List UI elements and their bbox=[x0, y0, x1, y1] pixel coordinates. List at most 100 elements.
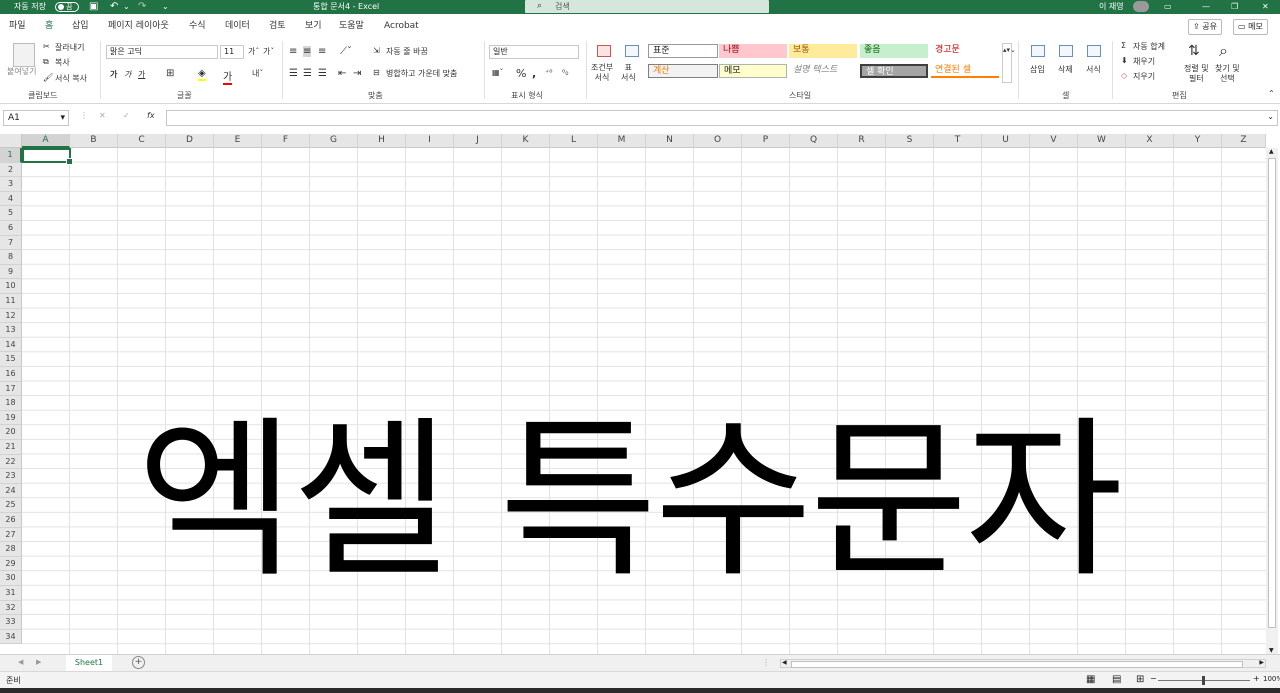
tab-formulas[interactable]: 수식 bbox=[189, 14, 206, 38]
insert-function-button[interactable]: fx bbox=[147, 111, 155, 120]
merge-button[interactable]: 병합하고 가운데 맞춤 bbox=[386, 68, 457, 79]
currency-icon[interactable]: ▦ˇ bbox=[492, 68, 504, 77]
format-cells-button[interactable]: 서식 bbox=[1086, 64, 1101, 75]
row-header[interactable]: 20 bbox=[0, 425, 22, 440]
column-header[interactable]: I bbox=[406, 134, 454, 148]
column-header[interactable]: G bbox=[310, 134, 358, 148]
cut-icon[interactable]: ✂ bbox=[43, 42, 50, 51]
select-all-corner[interactable] bbox=[0, 134, 22, 148]
tab-insert[interactable]: 삽입 bbox=[72, 14, 89, 38]
merge-icon[interactable]: ⊟ bbox=[373, 68, 380, 77]
collapse-ribbon-icon[interactable]: ⌃ bbox=[1268, 89, 1275, 98]
styles-scroll-icon[interactable]: ▴▾⌄ bbox=[1002, 43, 1016, 83]
column-header[interactable]: U bbox=[982, 134, 1030, 148]
column-header[interactable]: B bbox=[70, 134, 118, 148]
font-name-select[interactable]: 맑은 고딕 bbox=[106, 45, 218, 59]
tab-help[interactable]: 도움말 bbox=[339, 14, 364, 38]
zoom-in-icon[interactable]: + bbox=[1253, 674, 1260, 683]
sort-filter-icon[interactable]: ⇅ bbox=[1188, 43, 1200, 59]
column-header[interactable]: W bbox=[1078, 134, 1126, 148]
autosum-icon[interactable]: Σ bbox=[1121, 41, 1126, 50]
horizontal-scrollbar[interactable]: ◀ ▶ bbox=[780, 659, 1266, 668]
row-header[interactable]: 8 bbox=[0, 250, 22, 265]
row-header[interactable]: 18 bbox=[0, 396, 22, 411]
row-header[interactable]: 25 bbox=[0, 498, 22, 513]
ribbon-display-options-icon[interactable]: ▭ bbox=[1164, 1, 1172, 13]
row-header[interactable]: 27 bbox=[0, 527, 22, 543]
format-as-table-icon[interactable] bbox=[625, 45, 639, 57]
insert-cells-icon[interactable] bbox=[1031, 45, 1045, 57]
user-name[interactable]: 이 재영 bbox=[1099, 1, 1124, 13]
row-header[interactable]: 32 bbox=[0, 600, 22, 616]
number-format-select[interactable]: 일반 bbox=[489, 45, 579, 59]
row-header[interactable]: 1 bbox=[0, 148, 22, 163]
row-header[interactable]: 10 bbox=[0, 279, 22, 294]
sort-filter-button[interactable]: 정렬 및 필터 bbox=[1184, 64, 1209, 84]
delete-cells-icon[interactable] bbox=[1059, 45, 1073, 57]
increase-font-icon[interactable]: 가ˆ bbox=[248, 46, 259, 57]
row-header[interactable]: 21 bbox=[0, 440, 22, 455]
font-size-select[interactable]: 11 bbox=[220, 45, 244, 59]
style-calculation[interactable]: 계산 bbox=[648, 64, 718, 78]
decrease-font-icon[interactable]: 가ˇ bbox=[263, 46, 274, 57]
style-linked-cell[interactable]: 연결된 셀 bbox=[931, 64, 999, 78]
increase-indent-icon[interactable]: ⇥ bbox=[353, 68, 361, 79]
column-header[interactable]: T bbox=[934, 134, 982, 148]
scroll-down-icon[interactable]: ▼ bbox=[1269, 647, 1274, 654]
format-painter-icon[interactable]: 🖌 bbox=[43, 73, 53, 82]
redo-icon[interactable]: ↷ bbox=[138, 1, 146, 13]
decrease-indent-icon[interactable]: ⇤ bbox=[338, 68, 346, 79]
zoom-level[interactable]: 100% bbox=[1263, 675, 1280, 683]
cut-button[interactable]: 잘라내기 bbox=[55, 42, 84, 53]
save-icon[interactable]: ▣ bbox=[89, 1, 98, 13]
column-header[interactable]: Y bbox=[1174, 134, 1222, 148]
fill-icon[interactable]: ⬇ bbox=[1121, 56, 1128, 65]
column-header[interactable]: L bbox=[550, 134, 598, 148]
restore-icon[interactable]: ❐ bbox=[1231, 1, 1238, 13]
row-header[interactable]: 16 bbox=[0, 367, 22, 382]
conditional-format-button[interactable]: 조건부 서식 bbox=[591, 63, 613, 83]
increase-decimal-icon[interactable]: ⁺⁰ bbox=[545, 68, 552, 77]
decrease-decimal-icon[interactable]: ⁰₀ bbox=[562, 68, 568, 77]
row-header[interactable]: 23 bbox=[0, 469, 22, 484]
align-center-icon[interactable]: ☰ bbox=[303, 68, 312, 79]
style-check-cell[interactable]: 셀 확인 bbox=[860, 64, 928, 78]
column-header[interactable]: O bbox=[694, 134, 742, 148]
scroll-left-icon[interactable]: ◀ bbox=[782, 659, 787, 666]
column-header[interactable]: C bbox=[118, 134, 166, 148]
style-neutral[interactable]: 보통 bbox=[789, 44, 857, 58]
row-header[interactable]: 15 bbox=[0, 352, 22, 367]
column-header[interactable]: Z bbox=[1222, 134, 1266, 148]
column-header[interactable]: V bbox=[1030, 134, 1078, 148]
delete-cells-button[interactable]: 삭제 bbox=[1058, 64, 1073, 75]
clear-icon[interactable]: ◇ bbox=[1121, 71, 1127, 80]
column-header[interactable]: J bbox=[454, 134, 502, 148]
underline-button[interactable]: 가 bbox=[138, 69, 145, 80]
row-header[interactable]: 14 bbox=[0, 337, 22, 353]
column-header[interactable]: P bbox=[742, 134, 790, 148]
style-good[interactable]: 좋음 bbox=[860, 44, 928, 58]
share-button[interactable]: ⇪ 공유 bbox=[1188, 19, 1222, 35]
column-header[interactable]: E bbox=[214, 134, 262, 148]
row-header[interactable]: 19 bbox=[0, 410, 22, 426]
normal-view-icon[interactable]: ▦ bbox=[1086, 674, 1095, 685]
column-header[interactable]: H bbox=[358, 134, 406, 148]
column-header[interactable]: R bbox=[838, 134, 886, 148]
column-header[interactable]: X bbox=[1126, 134, 1174, 148]
column-header[interactable]: K bbox=[502, 134, 550, 148]
copy-icon[interactable]: ⧉ bbox=[43, 57, 49, 67]
tab-file[interactable]: 파일 bbox=[9, 14, 26, 38]
memo-button[interactable]: ▭ 메모 bbox=[1233, 19, 1268, 35]
tab-acrobat[interactable]: Acrobat bbox=[384, 14, 419, 38]
italic-button[interactable]: 가 bbox=[124, 69, 131, 80]
row-header[interactable]: 9 bbox=[0, 264, 22, 280]
orientation-icon[interactable]: ⟋ˇ bbox=[340, 46, 352, 57]
percent-button[interactable]: % bbox=[516, 67, 526, 80]
vertical-scrollbar[interactable]: ▲ ▼ bbox=[1266, 148, 1278, 654]
style-note[interactable]: 메모 bbox=[719, 64, 787, 78]
bold-button[interactable]: 가 bbox=[110, 69, 117, 80]
row-header[interactable]: 4 bbox=[0, 191, 22, 207]
row-header[interactable]: 24 bbox=[0, 483, 22, 499]
prev-sheet-icon[interactable]: ◀ bbox=[18, 658, 23, 666]
tab-data[interactable]: 데이터 bbox=[225, 14, 250, 38]
